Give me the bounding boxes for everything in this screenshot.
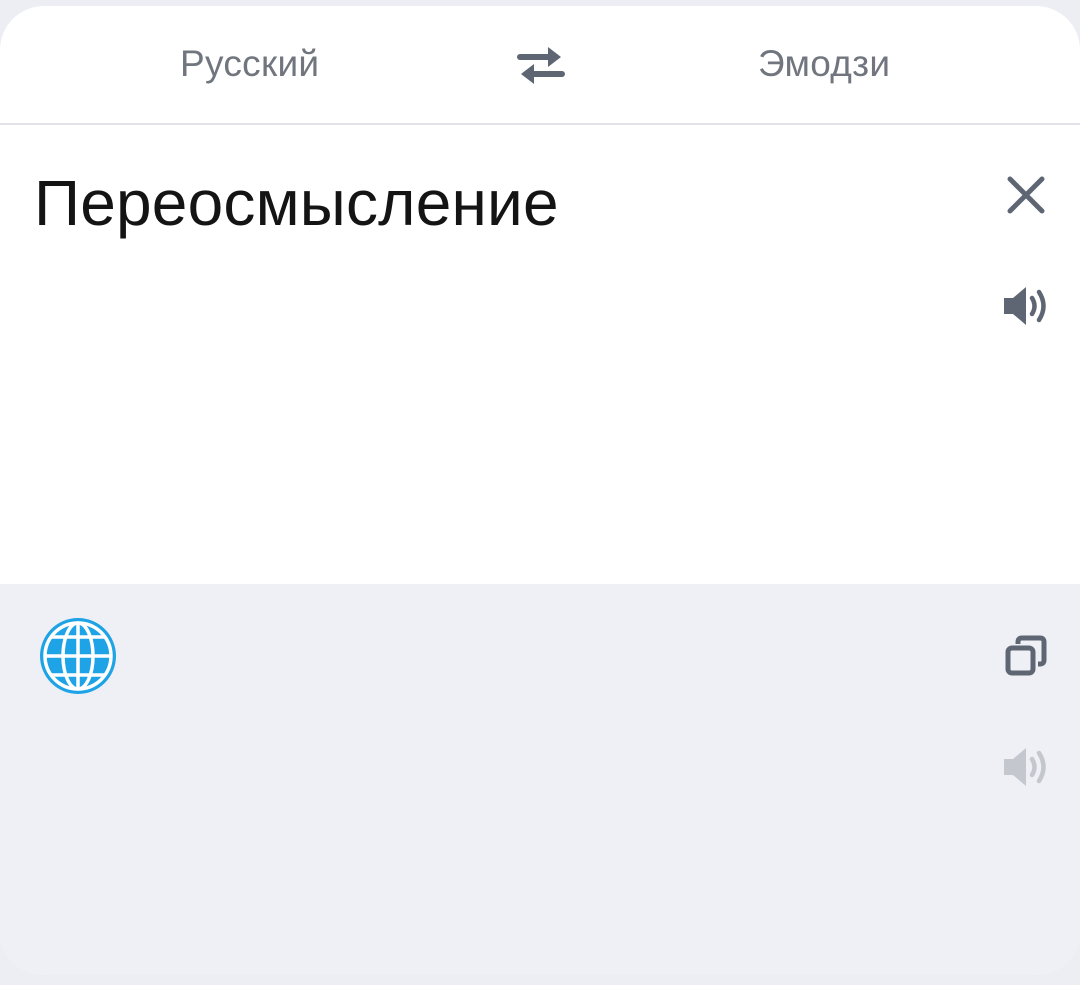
source-text-input[interactable]: Переосмысление [34, 163, 559, 243]
translation-result: 🌐 [36, 614, 120, 698]
target-language-button[interactable]: Эмодзи [758, 40, 890, 88]
source-language-button[interactable]: Русский [180, 40, 319, 88]
speaker-icon [1004, 748, 1046, 786]
translator-card: Русский Эмодзи Переосмысление [0, 6, 1080, 975]
close-icon [1007, 176, 1045, 214]
input-panel[interactable]: Переосмысление [0, 127, 1080, 584]
speak-translation-button[interactable] [998, 742, 1054, 792]
globe-icon [40, 618, 116, 694]
speaker-icon [1004, 287, 1046, 325]
output-panel: 🌐 [0, 584, 1080, 975]
swap-languages-button[interactable] [512, 42, 570, 88]
speak-input-button[interactable] [998, 281, 1054, 331]
clear-input-button[interactable] [1002, 171, 1050, 219]
language-bar: Русский Эмодзи [0, 6, 1080, 125]
copy-icon [1005, 635, 1047, 676]
swap-arrows-icon [517, 47, 565, 84]
copy-translation-button[interactable] [1002, 632, 1050, 680]
